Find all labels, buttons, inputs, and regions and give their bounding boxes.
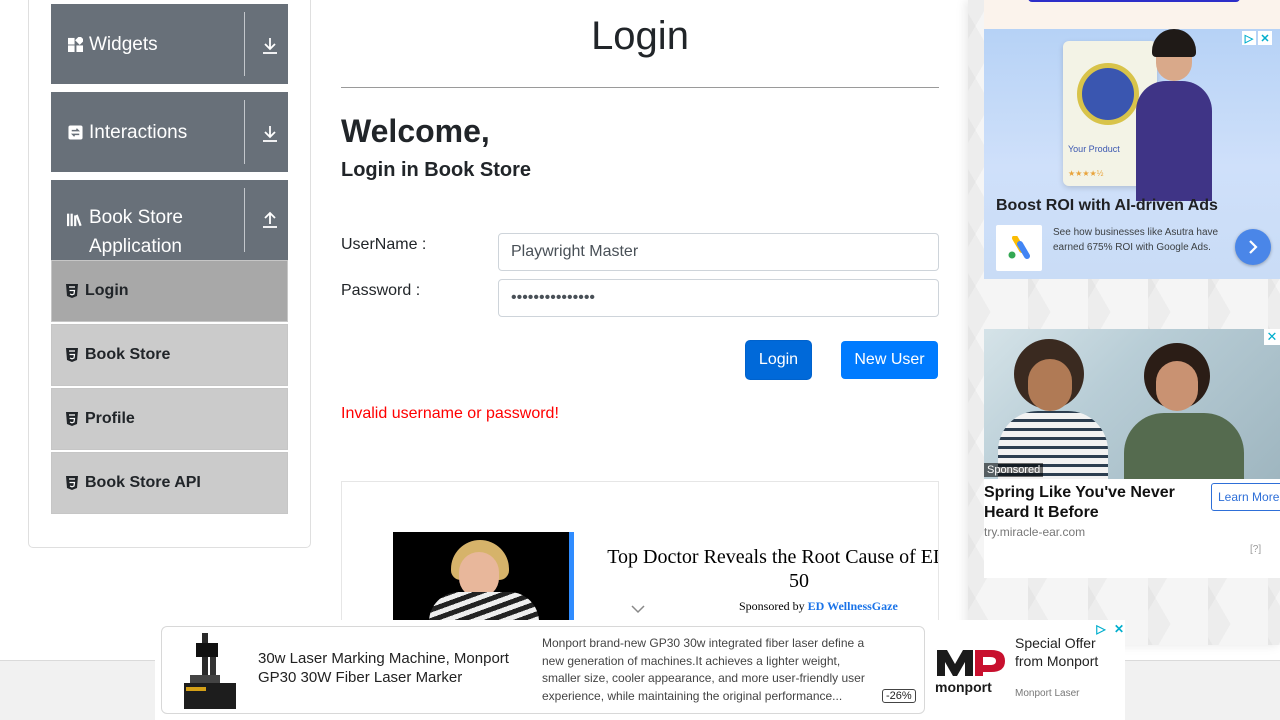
sidebar-item-profile[interactable]: Profile: [51, 388, 288, 450]
divider: [244, 100, 245, 164]
photo-accent: [569, 532, 574, 632]
ad-source[interactable]: try.miracle-ear.com: [984, 525, 1085, 539]
woman-body: [1124, 413, 1244, 479]
menu-label: Profile: [85, 410, 135, 427]
page-root: Widgets Interactions Book Store Applicat…: [0, 0, 1280, 720]
chevron-right-icon[interactable]: [1235, 229, 1271, 265]
logo-wordmark: monport: [935, 679, 992, 695]
username-label: UserName :: [341, 236, 427, 253]
monport-logo-icon: monport: [935, 650, 1005, 695]
html5-icon: [66, 412, 78, 426]
sidebar-item-book-store[interactable]: Book Store: [51, 324, 288, 386]
ad-bar: [1028, 0, 1240, 2]
divider: [244, 188, 245, 252]
group-header-book-store-application[interactable]: Book Store Application: [51, 180, 288, 260]
username-input[interactable]: [498, 233, 939, 271]
ad-title[interactable]: Spring Like You've Never Heard It Before: [984, 483, 1194, 523]
menu-label: Book Store API: [85, 474, 201, 491]
sponsored-prefix: Sponsored by: [739, 599, 805, 613]
book-store-menu: Login Book Store Profile Book Store API: [51, 260, 288, 516]
google-ads-logo-icon: [996, 225, 1042, 271]
download-arrow-icon[interactable]: [260, 124, 280, 144]
sidebar-item-login[interactable]: Login: [51, 260, 288, 322]
bottom-banner-ad[interactable]: 30w Laser Marking Machine, Monport GP30 …: [155, 620, 1125, 720]
html5-icon: [66, 476, 78, 490]
product-label: Your Product: [1068, 144, 1120, 154]
model-hair: [1152, 29, 1196, 57]
close-icon[interactable]: ✕: [1112, 622, 1126, 636]
menu-label: Book Store: [85, 346, 171, 363]
ad-choices[interactable]: ▷ ✕: [1242, 31, 1272, 45]
password-input[interactable]: [498, 279, 939, 317]
product-rating: ★★★★½: [1068, 169, 1104, 178]
title-divider: [341, 87, 939, 88]
group-title: Book Store Application: [89, 207, 183, 257]
ad-choices[interactable]: ▷ ✕: [1094, 622, 1126, 636]
ad-title[interactable]: Boost ROI with AI-driven Ads: [996, 197, 1218, 215]
login-subtitle: Login in Book Store: [341, 159, 531, 181]
login-button[interactable]: Login: [746, 341, 811, 379]
ad-title[interactable]: 30w Laser Marking Machine, Monport GP30 …: [258, 649, 533, 687]
google-ads-banner[interactable]: ▷ ✕ Your Product ★★★★½ Boost ROI with AI…: [984, 29, 1280, 279]
close-icon[interactable]: ✕: [1258, 31, 1272, 45]
top-ad-strip: [984, 0, 1280, 29]
error-message: Invalid username or password!: [341, 405, 559, 422]
adchoices-icon[interactable]: ▷: [1242, 31, 1256, 45]
group-title: Interactions: [89, 122, 188, 143]
laser-machine-image: [184, 633, 236, 709]
new-user-button[interactable]: New User: [841, 341, 938, 379]
download-arrow-icon[interactable]: [260, 36, 280, 56]
group-header-widgets[interactable]: Widgets: [51, 4, 288, 84]
ad-sponsor-line: Sponsored by ED WellnessGaze: [739, 599, 898, 614]
ad-photo[interactable]: [393, 532, 574, 632]
left-panel: Widgets Interactions Book Store Applicat…: [28, 0, 311, 548]
book-store-icon: [67, 211, 83, 227]
model-photo: [1114, 29, 1234, 201]
html5-icon: [66, 284, 78, 298]
group-title: Widgets: [89, 34, 158, 55]
sponsor-link[interactable]: ED WellnessGaze: [808, 599, 898, 613]
interactions-icon: [67, 124, 83, 140]
chevron-down-icon[interactable]: [629, 602, 647, 616]
adchoices-icon[interactable]: ▷: [1094, 622, 1108, 636]
close-icon[interactable]: ✕: [1264, 329, 1280, 345]
upload-arrow-icon[interactable]: [260, 210, 280, 230]
miracle-ear-ad[interactable]: Sponsored ✕ Spring Like You've Never Hea…: [984, 329, 1280, 578]
model-body: [1136, 81, 1212, 201]
divider: [244, 12, 245, 76]
sponsored-tag: Sponsored: [984, 463, 1044, 477]
ad-photo[interactable]: Sponsored ✕: [984, 329, 1280, 479]
page-title: Login: [591, 14, 689, 58]
discount-badge: -26%: [882, 689, 916, 703]
sidebar-item-book-store-api[interactable]: Book Store API: [51, 452, 288, 514]
widgets-icon: [67, 36, 83, 52]
woman-face: [1028, 359, 1072, 411]
ad-headline[interactable]: Top Doctor Reveals the Root Cause of ED …: [594, 545, 938, 570]
learn-more-button[interactable]: Learn More: [1211, 483, 1280, 511]
html5-icon: [66, 348, 78, 362]
woman-face: [1156, 361, 1198, 411]
ad-info-link[interactable]: [?]: [1250, 544, 1261, 555]
welcome-heading: Welcome,: [341, 113, 490, 149]
ad-description: See how businesses like Asutra have earn…: [1053, 227, 1219, 253]
offer-title[interactable]: Special Offer from Monport: [1015, 634, 1125, 670]
ad-headline-continued[interactable]: 50: [594, 570, 938, 593]
ad-card[interactable]: 30w Laser Marking Machine, Monport GP30 …: [161, 626, 925, 714]
menu-label: Login: [85, 282, 129, 299]
advertiser-name: Monport Laser: [1015, 688, 1080, 699]
group-header-interactions[interactable]: Interactions: [51, 92, 288, 172]
password-label: Password :: [341, 282, 421, 299]
ad-description: Monport brand-new GP30 30w integrated fi…: [542, 636, 865, 703]
